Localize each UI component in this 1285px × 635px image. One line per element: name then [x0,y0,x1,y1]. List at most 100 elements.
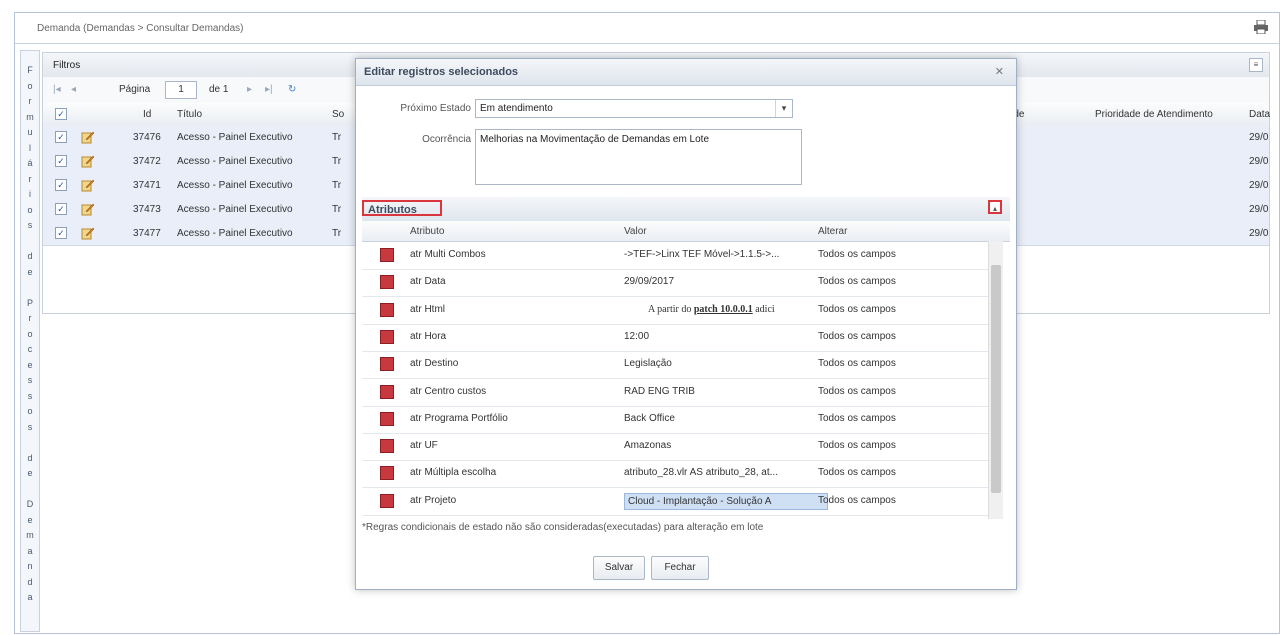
select-all-checkbox[interactable]: ✓ [55,108,67,120]
col-value[interactable]: Valor [624,226,647,237]
col-priority-attend[interactable]: Prioridade de Atendimento [1095,109,1213,120]
vertical-label-char: o [27,328,33,339]
attribute-value[interactable]: Cloud - Implantação - Solução A [624,492,828,510]
attribute-name: atr Hora [410,330,447,342]
delete-icon[interactable] [380,275,394,290]
row-checkbox[interactable]: ✓ [55,203,67,215]
last-page-icon[interactable]: ▸| [265,84,273,95]
attribute-change[interactable]: Todos os campos [818,358,938,369]
row-date: 29/0 [1249,228,1269,239]
vertical-label-char: u [27,127,33,137]
footnote: *Regras condicionais de estado não são c… [362,522,764,533]
attribute-row[interactable]: atr Múltipla escolha atributo_28.vlr AS a… [362,459,996,489]
attribute-change[interactable]: Todos os campos [818,495,938,506]
row-checkbox[interactable]: ✓ [55,131,67,143]
close-icon[interactable]: ✕ [995,65,1004,78]
edit-icon[interactable] [81,130,95,144]
attribute-value: A partir do patch 10.0.0.1 adici [648,304,818,315]
attribute-row[interactable]: atr Hora 12:00 Todos os campos [362,323,996,352]
dialog-header[interactable]: Editar registros selecionados ✕ [356,59,1016,86]
vertical-label-char: o [27,204,33,215]
close-button[interactable]: Fechar [651,556,709,580]
save-button[interactable]: Salvar [593,556,645,580]
delete-icon[interactable] [380,439,394,454]
vertical-label-char: P [26,297,33,308]
delete-icon[interactable] [380,466,394,481]
col-change[interactable]: Alterar [818,226,847,237]
edit-icon[interactable] [81,178,95,192]
delete-icon[interactable] [380,302,394,317]
attribute-row[interactable]: atr Programa Portfólio Back Office Todos o… [362,405,996,434]
occurrence-textarea[interactable]: Melhorias na Movimentação de Demandas em… [475,129,802,185]
occurrence-label: Ocorrência [422,134,471,145]
prev-page-icon[interactable]: ◂ [71,84,76,95]
delete-icon[interactable] [380,357,394,372]
first-page-icon[interactable]: |◂ [53,84,61,95]
delete-icon[interactable] [380,248,394,262]
edit-icon[interactable] [81,226,95,240]
attributes-scrollbar[interactable] [988,241,1003,519]
row-date: 29/0 [1249,180,1269,191]
delete-icon[interactable] [380,493,394,508]
value-suffix: adici [752,303,775,315]
attribute-change[interactable]: Todos os campos [818,249,938,260]
attribute-value: atributo_28.vlr AS atributo_28, at... [624,467,778,479]
side-vertical-tab[interactable]: FormuláriosdeProcessosdeDemanda [20,50,40,632]
attribute-change[interactable]: Todos os campos [818,276,938,287]
edit-icon[interactable] [81,202,95,216]
dialog-title: Editar registros selecionados [364,66,519,78]
refresh-icon[interactable]: ↻ [288,84,296,95]
attribute-row[interactable]: atr Data 29/09/2017 Todos os campos [362,268,996,298]
vertical-label-char: r [28,173,32,184]
next-state-value: Em atendimento [480,103,553,114]
vertical-label-char: c [27,344,33,354]
col-id[interactable]: Id [143,109,151,120]
col-date[interactable]: Data [1249,109,1270,120]
attribute-change[interactable]: Todos os campos [818,440,938,451]
value-prefix: A partir do [648,303,694,315]
attribute-change[interactable]: Todos os campos [818,413,938,424]
attribute-value: RAD ENG TRIB [624,385,695,397]
chevron-down-icon[interactable]: ▾ [775,100,792,117]
vertical-label-char: a [27,592,33,602]
vertical-label-char: e [27,359,33,370]
vertical-label-char: s [27,390,33,401]
attributes-title: Atributos [362,200,442,216]
attribute-change[interactable]: Todos os campos [818,304,938,315]
row-title: Acesso - Painel Executivo [177,204,293,215]
col-title[interactable]: Título [177,109,202,120]
row-checkbox[interactable]: ✓ [55,227,67,239]
next-page-icon[interactable]: ▸ [247,84,252,95]
col-so[interactable]: So [332,109,344,120]
attribute-change[interactable]: Todos os campos [818,386,938,397]
attribute-row[interactable]: atr Html A partir do patch 10.0.0.1 adici… [362,296,996,325]
row-checkbox[interactable]: ✓ [55,179,67,191]
attributes-collapse-icon[interactable]: ▴ [988,200,1002,214]
page-input[interactable]: 1 [165,81,197,99]
attribute-row[interactable]: atr Centro custos RAD ENG TRIB Todos os ca… [362,378,996,407]
row-title: Acesso - Painel Executivo [177,180,293,191]
page-label: Página [119,84,151,95]
attribute-row[interactable]: atr UF Amazonas Todos os campos [362,432,996,462]
attribute-change[interactable]: Todos os campos [818,467,938,478]
delete-icon[interactable] [380,411,394,426]
delete-icon[interactable] [380,329,394,344]
attribute-row[interactable]: atr Destino Legislação Todos os campos [362,350,996,380]
breadcrumb: Demanda (Demandas > Consultar Demandas) [37,23,244,34]
breadcrumb-bar: Demanda (Demandas > Consultar Demandas) [15,13,1279,44]
attribute-row[interactable]: atr Multi Combos ->TEF->Linx TEF Móvel->1… [362,241,996,270]
scrollbar-thumb[interactable] [991,265,1001,493]
vertical-label-char: a [27,545,33,556]
row-so: Tr [332,156,342,167]
delete-icon[interactable] [380,384,394,399]
print-icon[interactable] [1253,20,1269,34]
edit-icon[interactable] [81,154,95,168]
row-so: Tr [332,204,342,215]
collapse-icon[interactable]: ≡ [1249,58,1263,72]
attribute-change[interactable]: Todos os campos [818,331,938,342]
attribute-row[interactable]: atr Projeto Cloud - Implantação - Solução… [362,487,996,516]
next-state-select[interactable]: Em atendimento ▾ [475,99,793,118]
row-checkbox[interactable]: ✓ [55,155,67,167]
col-attribute[interactable]: Atributo [410,226,444,237]
attribute-name: atr Múltipla escolha [410,467,497,479]
